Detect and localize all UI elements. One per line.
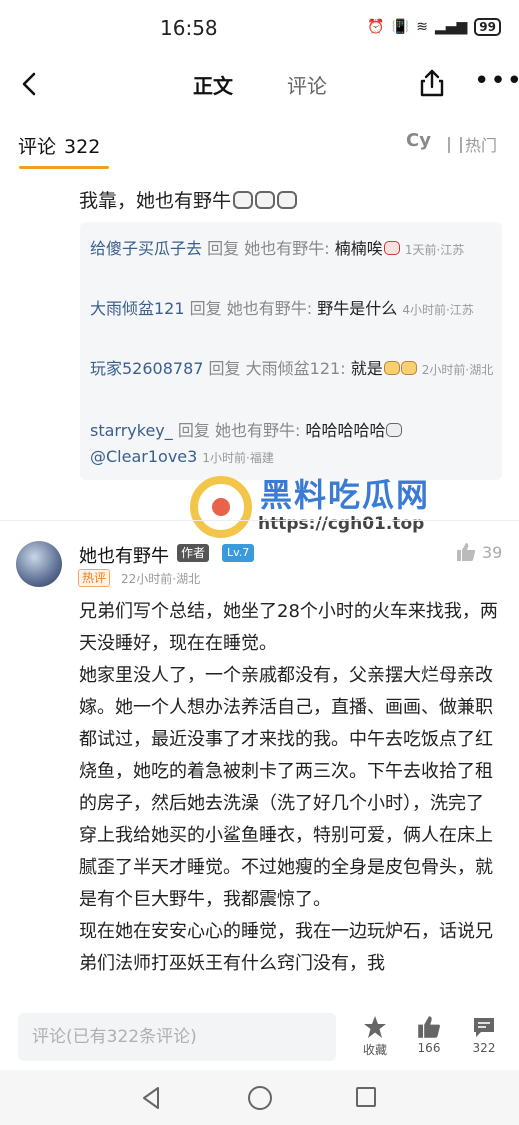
reply-word: 回复 — [208, 359, 241, 378]
system-nav-bar — [0, 1070, 519, 1125]
level-badge: Lv.7 — [222, 544, 255, 562]
reply-target: 她也有野牛: — [226, 299, 313, 318]
bottom-bar: 收藏 166 322 — [0, 1005, 519, 1069]
reply-text: 就是 — [350, 359, 383, 378]
cy-icon[interactable]: Cy — [406, 130, 431, 151]
comment-paragraph: 现在她在安安心心的睡觉，我在一边玩炉石，话说兄弟们法师打巫妖王有什么窍门没有，我 — [79, 921, 493, 974]
comment-button[interactable]: 322 — [464, 1015, 504, 1055]
emoji-icon — [386, 423, 403, 437]
sort-icon — [448, 137, 462, 153]
comment-meta: 22小时前·湖北 — [121, 572, 201, 586]
watermark: 黑料吃瓜网 https://cgh01.top — [190, 470, 450, 550]
tab-underline — [19, 166, 109, 169]
comment-paragraph: 兄弟们写个总结，她坐了28个小时的火车来找我，两天没睡好，现在在睡觉。 — [79, 601, 498, 654]
reply-user[interactable]: 玩家52608787 — [90, 359, 203, 378]
wifi-icon: ≋ — [416, 19, 428, 35]
reply-text: 楠楠唉 — [334, 239, 383, 258]
system-home-icon[interactable] — [248, 1086, 272, 1110]
emoji-icon — [255, 191, 276, 209]
reply-target: 她也有野牛: — [214, 421, 301, 440]
comments-label: 评论 — [18, 136, 57, 158]
battery-icon: 99 — [474, 18, 501, 36]
comment-body: 兄弟们写个总结，她坐了28个小时的火车来找我，两天没睡好，现在在睡觉。 她家里没… — [79, 596, 499, 980]
favorite-button[interactable]: 收藏 — [355, 1015, 395, 1058]
thumb-up-icon — [418, 1016, 440, 1038]
comments-header: 评论 322 — [0, 118, 519, 169]
hot-tag: 热评 — [78, 569, 111, 587]
tab-main-text[interactable]: 正文 — [193, 70, 233, 99]
sort-hot-button[interactable]: 热门 — [448, 132, 497, 156]
reply-word: 回复 — [177, 421, 210, 440]
comment-count: 322 — [472, 1041, 496, 1055]
back-icon[interactable] — [16, 70, 44, 98]
reply-mention[interactable]: @Clear1ove3 — [90, 447, 197, 466]
reply-text: 野牛是什么 — [317, 299, 398, 318]
watermark-title: 黑料吃瓜网 — [260, 476, 431, 514]
author-badge: 作者 — [177, 544, 210, 562]
emoji-icon — [233, 191, 254, 209]
watermark-url: https://cgh01.top — [258, 514, 425, 534]
thumb-up-icon — [457, 543, 476, 561]
reply-word: 回复 — [207, 239, 240, 258]
reply-user[interactable]: 给傻子买瓜子去 — [90, 239, 202, 258]
comment-like-button[interactable]: 39 — [456, 542, 502, 562]
reply-meta: 4小时前·江苏 — [402, 303, 474, 317]
reply-item[interactable]: 给傻子买瓜子去 回复 她也有野牛: 楠楠唉 1天前·江苏 — [90, 236, 496, 263]
share-icon[interactable] — [418, 68, 446, 98]
reply-item[interactable]: 玩家52608787 回复 大雨倾盆121: 就是 2小时前·湖北 — [90, 356, 496, 383]
reply-user[interactable]: 大雨倾盆121 — [90, 299, 185, 318]
emoji-icon — [277, 191, 298, 209]
comment-input-box[interactable] — [18, 1013, 336, 1061]
reply-meta: 1天前·江苏 — [404, 243, 465, 257]
reply-item[interactable]: 大雨倾盆121 回复 她也有野牛: 野牛是什么 4小时前·江苏 — [90, 296, 496, 323]
vibrate-icon: 📳 — [391, 19, 410, 35]
alarm-icon: ⏰ — [367, 19, 385, 35]
sort-label: 热门 — [465, 136, 498, 155]
previous-comment: 我靠，她也有野牛 — [79, 186, 298, 213]
star-icon — [364, 1016, 386, 1038]
reply-item[interactable]: starrykey_ 回复 她也有野牛: 哈哈哈哈哈 @Clear1ove3 1… — [90, 418, 496, 471]
like-button[interactable]: 166 — [409, 1015, 449, 1055]
top-nav: 正文 评论 ••• — [0, 58, 519, 110]
avatar[interactable] — [16, 541, 62, 587]
reply-user[interactable]: starrykey_ — [90, 421, 173, 440]
like-count: 166 — [417, 1041, 441, 1055]
reply-word: 回复 — [189, 299, 222, 318]
emoji-icon — [383, 361, 400, 375]
comments-title: 评论 322 — [18, 132, 100, 159]
divider — [0, 520, 519, 521]
status-bar: 16:58 ⏰ 📳 ≋ ▂▄▆ 99 — [0, 0, 519, 58]
watermark-logo-icon — [190, 476, 252, 538]
reply-meta: 2小时前·湖北 — [421, 363, 494, 377]
reply-list: 给傻子买瓜子去 回复 她也有野牛: 楠楠唉 1天前·江苏 大雨倾盆121 回复 … — [80, 222, 502, 480]
status-icons: ⏰ 📳 ≋ ▂▄▆ 99 — [367, 18, 501, 36]
comment-paragraph: 她家里没人了，一个亲戚都没有，父亲摆大烂母亲改嫁。她一个人想办法养活自己，直播、… — [79, 665, 493, 910]
reply-target: 大雨倾盆121: — [245, 359, 346, 378]
reply-target: 她也有野牛: — [244, 239, 330, 258]
signal-icon: ▂▄▆ — [434, 19, 468, 35]
favorite-label: 收藏 — [362, 1043, 387, 1057]
system-back-icon[interactable] — [140, 1086, 162, 1110]
comment-like-count: 39 — [482, 542, 503, 562]
more-icon[interactable]: ••• — [474, 68, 519, 94]
status-time: 16:58 — [160, 16, 218, 40]
comments-count: 322 — [64, 136, 101, 158]
emoji-icon — [400, 361, 417, 375]
emoji-icon — [383, 241, 400, 255]
tab-comments[interactable]: 评论 — [287, 70, 327, 99]
reply-meta: 1小时前·福建 — [202, 451, 274, 465]
comment-input[interactable] — [18, 1013, 336, 1061]
reply-text: 哈哈哈哈哈 — [305, 421, 386, 440]
system-recent-icon[interactable] — [356, 1087, 376, 1107]
previous-comment-text: 我靠，她也有野牛 — [79, 190, 232, 212]
author-name[interactable]: 她也有野牛 — [79, 542, 169, 568]
comment-icon — [474, 1018, 494, 1037]
